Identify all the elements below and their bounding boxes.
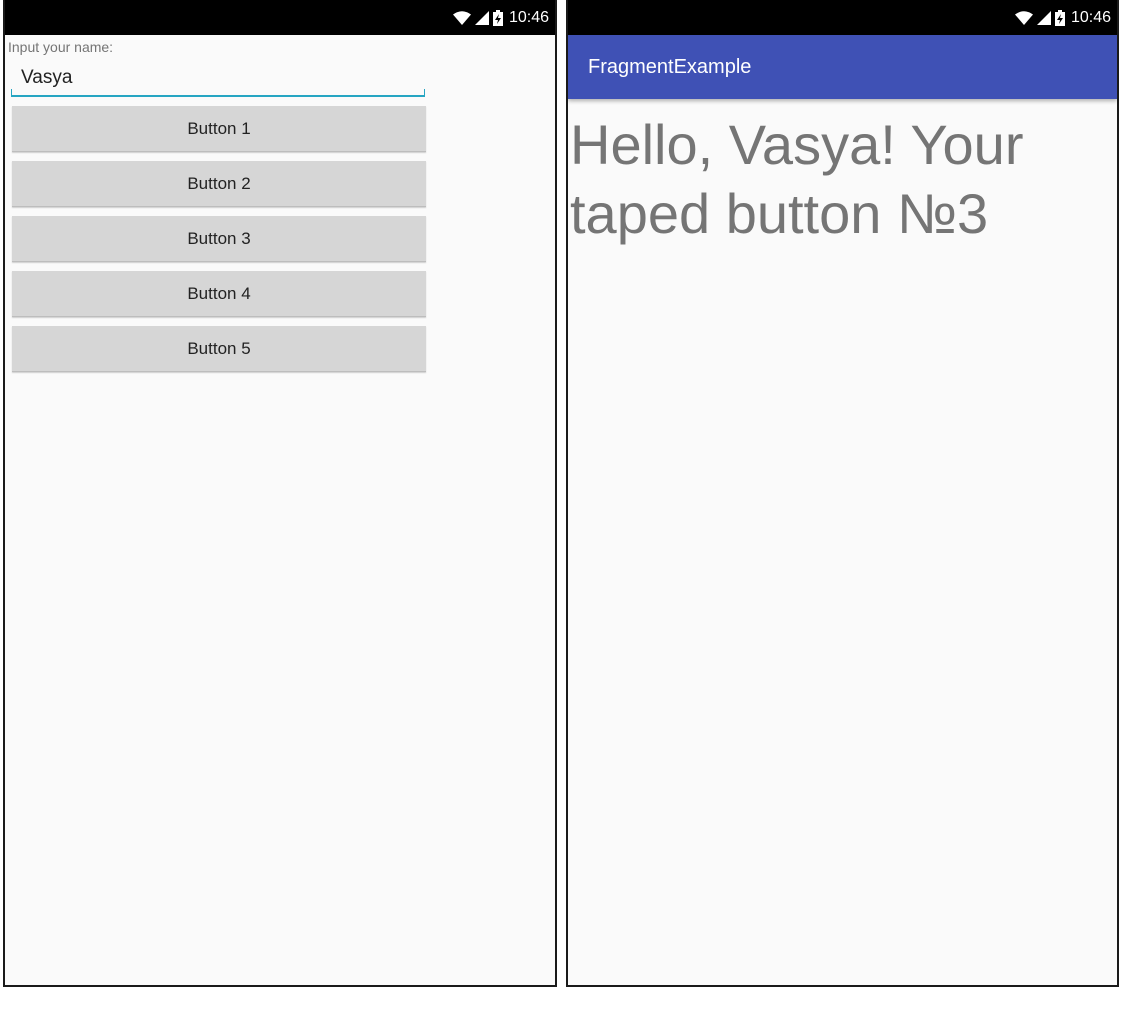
name-label: Input your name:	[8, 39, 114, 55]
battery-charging-icon	[1054, 9, 1065, 26]
status-time: 10:46	[508, 8, 549, 26]
signal-icon	[1036, 10, 1051, 25]
status-bar: 10:46	[5, 0, 555, 35]
name-field[interactable]	[11, 61, 425, 97]
button-4[interactable]: Button 4	[12, 271, 426, 317]
greeting-message: Hello, Vasya! Your taped button №3	[570, 113, 1024, 245]
status-icons	[452, 9, 503, 26]
field-corner-left	[11, 89, 12, 95]
app-title: FragmentExample	[588, 56, 752, 78]
wifi-icon	[1014, 10, 1033, 25]
app-bar: FragmentExample	[568, 35, 1117, 99]
left-phone-screen: 10:46 Input your name: Button 1 Button 2…	[3, 0, 557, 987]
status-icons	[1014, 9, 1065, 26]
status-bar: 10:46	[568, 0, 1117, 35]
button-1[interactable]: Button 1	[12, 106, 426, 152]
wifi-icon	[452, 10, 471, 25]
right-phone-screen: 10:46 FragmentExample Hello, Vasya! Your…	[566, 0, 1119, 987]
name-input[interactable]	[21, 67, 401, 89]
status-time: 10:46	[1070, 8, 1111, 26]
button-2[interactable]: Button 2	[12, 161, 426, 207]
field-corner-right	[424, 89, 425, 95]
battery-charging-icon	[492, 9, 503, 26]
signal-icon	[474, 10, 489, 25]
button-5[interactable]: Button 5	[12, 326, 426, 372]
button-3[interactable]: Button 3	[12, 216, 426, 262]
